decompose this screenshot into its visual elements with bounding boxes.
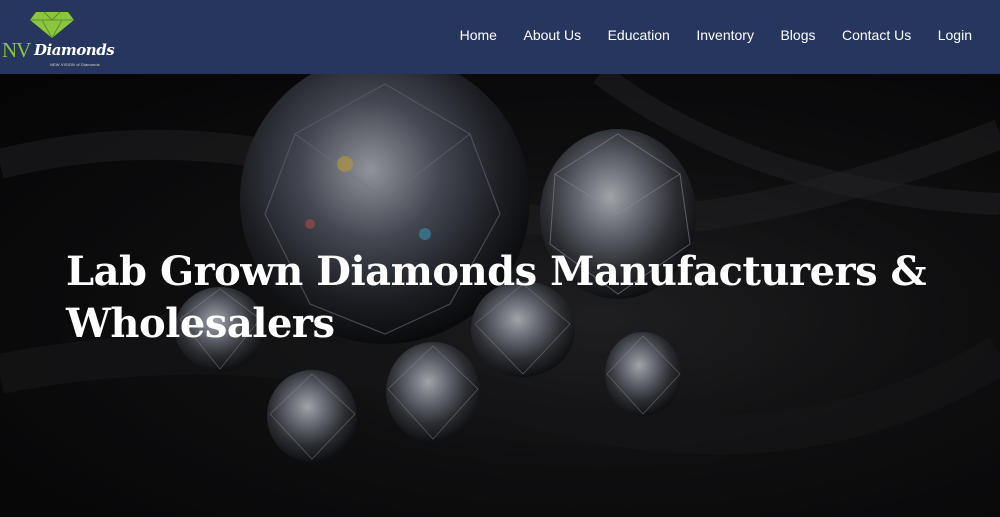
nav-about-us[interactable]: About Us [523,27,581,43]
nav-contact-us[interactable]: Contact Us [842,27,911,43]
nav-login[interactable]: Login [938,27,972,43]
diamond-icon [30,12,74,38]
logo-tagline: NEW VISION of Diamonds [50,62,100,67]
hero-banner: Lab Grown Diamonds Manufacturers & Whole… [0,74,1000,517]
logo-wordmark: Diamonds [34,41,115,59]
top-navbar: NV Diamonds NEW VISION of Diamonds Home … [0,0,1000,74]
logo-mark: NV [2,38,31,62]
nav-home[interactable]: Home [460,27,497,43]
nav-blogs[interactable]: Blogs [780,27,815,43]
hero-title: Lab Grown Diamonds Manufacturers & Whole… [66,248,927,347]
nav-inventory[interactable]: Inventory [696,27,754,43]
nav-education[interactable]: Education [608,27,670,43]
site-logo[interactable]: NV Diamonds NEW VISION of Diamonds [0,10,115,67]
main-nav: Home About Us Education Inventory Blogs … [433,27,972,43]
